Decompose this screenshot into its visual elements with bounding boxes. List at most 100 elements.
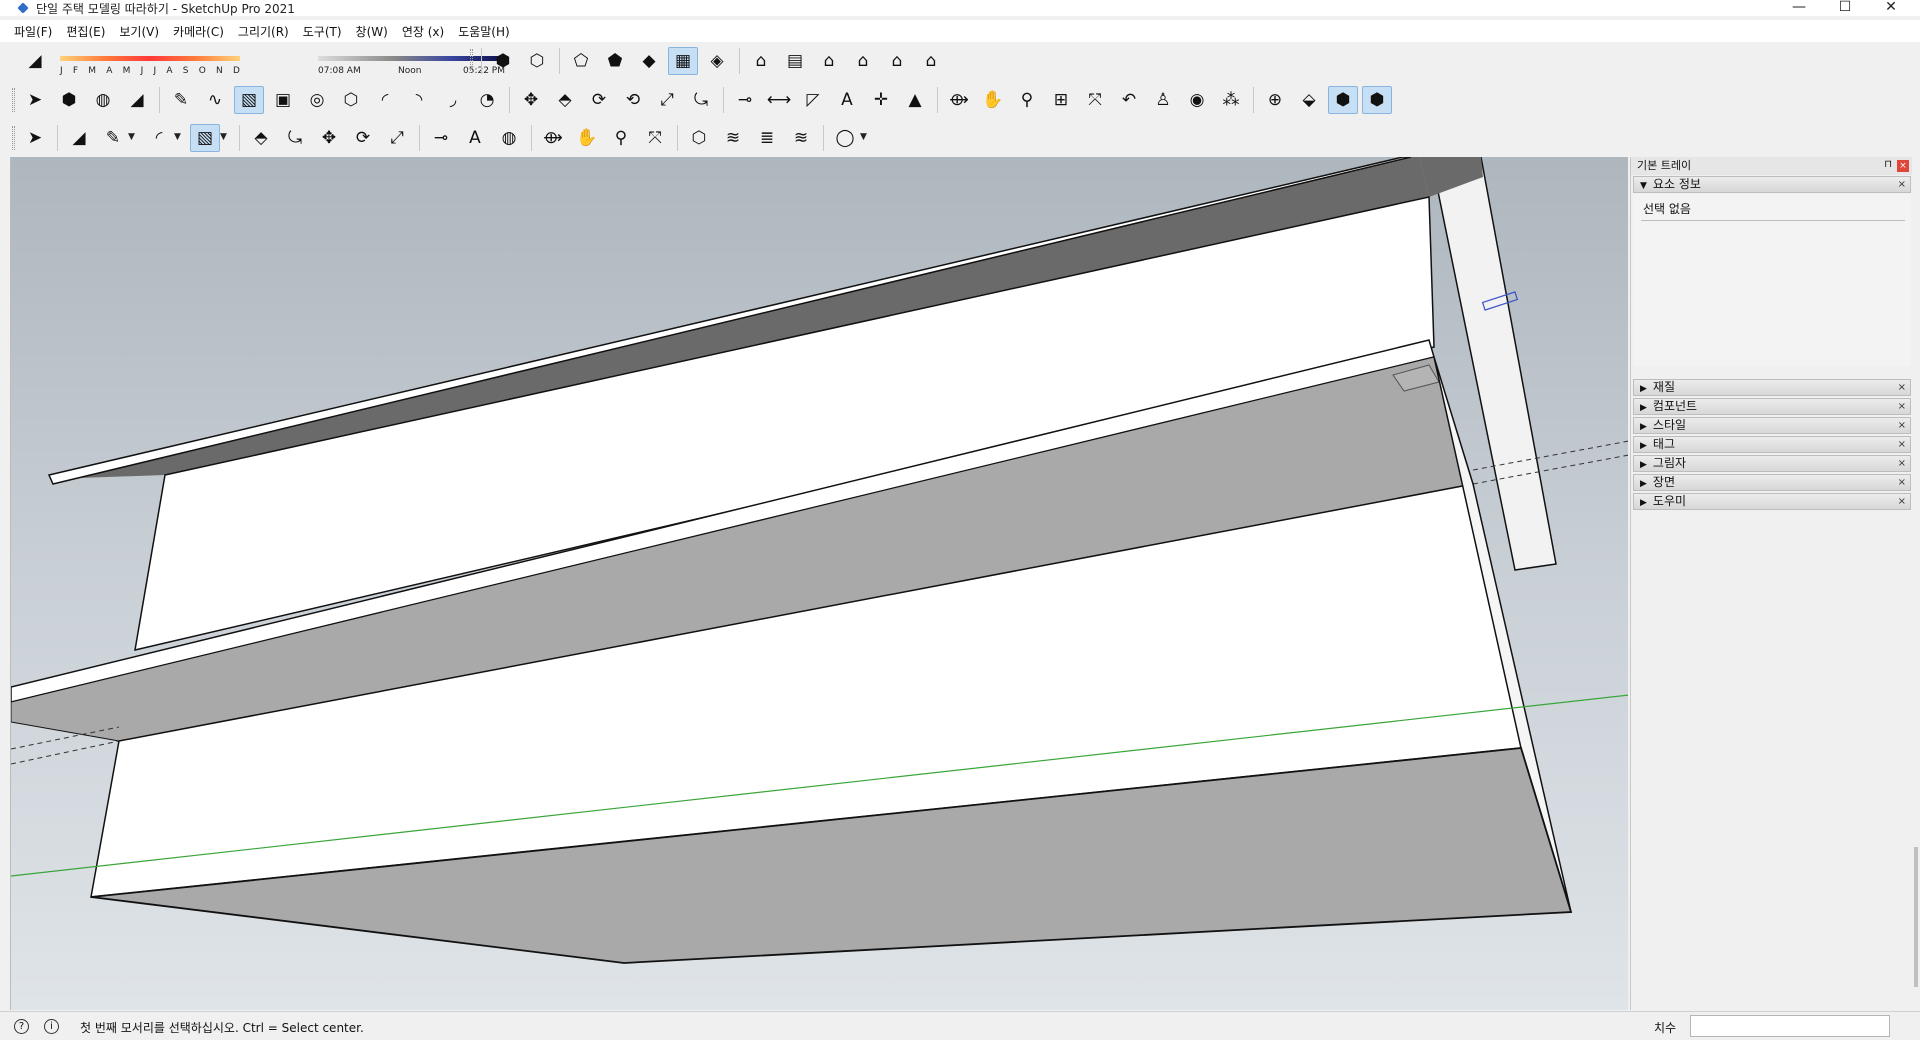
account-button[interactable]: ◯	[830, 124, 860, 152]
front-view-button[interactable]: ⌂	[814, 47, 844, 75]
polygon-button[interactable]: ⬡	[336, 86, 366, 114]
warehouse-button[interactable]: ⬡	[684, 124, 714, 152]
push-pull-button[interactable]: ⬘	[550, 86, 580, 114]
tray-panel-header[interactable]: ▶ 도우미 ×	[1633, 493, 1911, 510]
menu-item-8[interactable]: 도움말(H)	[458, 23, 510, 40]
text-button[interactable]: A	[460, 124, 490, 152]
paint-bucket-button[interactable]: ◍	[494, 124, 524, 152]
scale-button[interactable]: ⤢	[382, 124, 412, 152]
back-view-button[interactable]: ⌂	[882, 47, 912, 75]
iso-view-button[interactable]: ⌂	[746, 47, 776, 75]
top-view-button[interactable]: ▤	[780, 47, 810, 75]
menu-item-6[interactable]: 창(W)	[356, 23, 388, 40]
hidden-line-button[interactable]: ⬟	[600, 47, 630, 75]
protractor-button[interactable]: ◸	[798, 86, 828, 114]
layers-button[interactable]: ≣	[752, 124, 782, 152]
entity-info-panel-header[interactable]: ▼ 요소 정보 ×	[1633, 176, 1911, 193]
dropdown-arrow-icon[interactable]: ▼	[128, 132, 135, 142]
follow-me-button[interactable]: ⟲	[618, 86, 648, 114]
tray-panel-header[interactable]: ▶ 그림자 ×	[1633, 455, 1911, 472]
panel-close-icon[interactable]: ×	[1898, 418, 1906, 433]
walk-button[interactable]: ⁂	[1216, 86, 1246, 114]
zoom-window-button[interactable]: ⊞	[1046, 86, 1076, 114]
paint-bucket-button[interactable]: ◍	[88, 86, 118, 114]
pan-button[interactable]: ✋	[978, 86, 1008, 114]
model-viewport[interactable]	[10, 157, 1628, 1010]
circle-button[interactable]: ◎	[302, 86, 332, 114]
dropdown-arrow-icon[interactable]: ▼	[860, 132, 867, 142]
panel-close-icon[interactable]: ×	[1898, 456, 1906, 471]
tray-panel-header[interactable]: ▶ 태그 ×	[1633, 436, 1911, 453]
previous-button[interactable]: ↶	[1114, 86, 1144, 114]
menu-item-0[interactable]: 파일(F)	[14, 23, 52, 40]
rotate-button[interactable]: ⟳	[584, 86, 614, 114]
orbit-button[interactable]: ⟴	[944, 86, 974, 114]
measurements-input[interactable]	[1690, 1015, 1890, 1037]
geolocation-icon[interactable]: ?	[14, 1019, 29, 1034]
wireframe-button[interactable]: ⬠	[566, 47, 596, 75]
left-view-button[interactable]: ⌂	[916, 47, 946, 75]
shadow-month-slider[interactable]: JFMAMJJASOND	[60, 52, 240, 82]
minimize-button[interactable]: —	[1776, 0, 1822, 16]
axes-button[interactable]: ✛	[866, 86, 896, 114]
shadow-time-slider[interactable]: 07:08 AM Noon 05:22 PM	[318, 52, 508, 82]
arc-button[interactable]: ◜	[144, 124, 174, 152]
panel-close-icon[interactable]: ×	[1898, 380, 1906, 395]
vertical-scrollbar[interactable]	[1912, 157, 1920, 1010]
orbit-button[interactable]: ⟴	[538, 124, 568, 152]
shaded-textures-button[interactable]: ▦	[668, 47, 698, 75]
section-plane-button[interactable]: ⊕	[1260, 86, 1290, 114]
menu-item-3[interactable]: 카메라(C)	[173, 23, 224, 40]
panel-close-icon[interactable]: ×	[1898, 475, 1906, 490]
move-button[interactable]: ✥	[314, 124, 344, 152]
shaded-button[interactable]: ◆	[634, 47, 664, 75]
menu-item-7[interactable]: 연장 (x)	[402, 23, 444, 40]
component-button[interactable]: ⬢	[54, 86, 84, 114]
display-section-button[interactable]: ⬙	[1294, 86, 1324, 114]
push-pull-button[interactable]: ⬘	[246, 124, 276, 152]
section-cuts-button[interactable]: ⬢	[1328, 86, 1358, 114]
pencil-button[interactable]: ✎	[166, 86, 196, 114]
extension-manager-button[interactable]: ≋	[786, 124, 816, 152]
dropdown-arrow-icon[interactable]: ▼	[174, 132, 181, 142]
monochrome-button[interactable]: ◈	[702, 47, 732, 75]
panel-close-icon[interactable]: ×	[1898, 399, 1906, 414]
close-button[interactable]: ✕	[1868, 0, 1914, 16]
eraser-button[interactable]: ◢	[64, 124, 94, 152]
zoom-extents-button[interactable]: ⤧	[640, 124, 670, 152]
offset-button[interactable]: ⤿	[686, 86, 716, 114]
panel-close-icon[interactable]: ×	[1898, 494, 1906, 509]
zoom-button[interactable]: ⚲	[1012, 86, 1042, 114]
menu-item-5[interactable]: 도구(T)	[303, 23, 342, 40]
pin-icon[interactable]: ⊓	[1884, 159, 1892, 170]
rectangle-button[interactable]: ▧	[234, 86, 264, 114]
panel-close-icon[interactable]: ×	[1898, 437, 1906, 452]
tray-close-button[interactable]: ×	[1897, 160, 1909, 172]
toolbar-grip[interactable]	[12, 126, 15, 150]
select-button[interactable]: ➤	[20, 86, 50, 114]
section-fill-button[interactable]: ⬢	[1362, 86, 1392, 114]
tray-panel-header[interactable]: ▶ 스타일 ×	[1633, 417, 1911, 434]
toolbar-grip[interactable]	[12, 88, 15, 112]
rectangle-button[interactable]: ▧	[190, 124, 220, 152]
scrollbar-thumb[interactable]	[1914, 847, 1918, 987]
rotated-rect-button[interactable]: ▣	[268, 86, 298, 114]
xray-style-button[interactable]: ⬢	[488, 47, 518, 75]
menu-item-4[interactable]: 그리기(R)	[238, 23, 289, 40]
menu-item-1[interactable]: 편집(E)	[66, 23, 105, 40]
extension-warehouse-button[interactable]: ≋	[718, 124, 748, 152]
maximize-button[interactable]: ☐	[1822, 0, 1868, 16]
arc3-button[interactable]: ◞	[438, 86, 468, 114]
text-button[interactable]: A	[832, 86, 862, 114]
zoom-extents-button[interactable]: ⤧	[1080, 86, 1110, 114]
pan-button[interactable]: ✋	[572, 124, 602, 152]
3d-text-button[interactable]: ▲	[900, 86, 930, 114]
tray-panel-header[interactable]: ▶ 재질 ×	[1633, 379, 1911, 396]
eraser-button[interactable]: ◢	[20, 47, 50, 75]
zoom-button[interactable]: ⚲	[606, 124, 636, 152]
menu-item-2[interactable]: 보기(V)	[119, 23, 159, 40]
toolbar-grip[interactable]	[470, 49, 473, 73]
pencil-button[interactable]: ✎	[98, 124, 128, 152]
rotate-button[interactable]: ⟳	[348, 124, 378, 152]
dimension-button[interactable]: ⟷	[764, 86, 794, 114]
